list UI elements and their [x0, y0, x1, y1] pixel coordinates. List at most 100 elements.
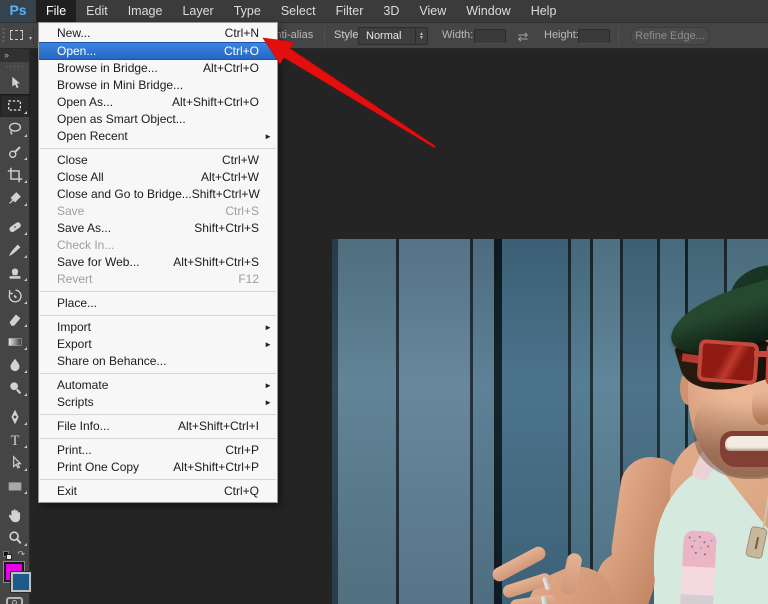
background-color-swatch[interactable] [11, 572, 31, 592]
document-photo[interactable] [332, 239, 768, 604]
menu-item-save-as[interactable]: Save As...Shift+Ctrl+S [39, 220, 277, 237]
submenu-arrow-icon: ► [264, 319, 272, 336]
style-dropdown-value: Normal [366, 30, 401, 42]
color-controls: ↷ [0, 549, 29, 595]
menu-item-browse-in-bridge[interactable]: Browse in Bridge...Alt+Ctrl+O [39, 60, 277, 77]
quick-mask-button[interactable] [6, 597, 23, 604]
path-selection-tool[interactable] [0, 451, 30, 474]
menu-item-exit[interactable]: ExitCtrl+Q [39, 483, 277, 500]
gradient-tool[interactable] [0, 330, 30, 353]
tool-flyout-corner [24, 157, 27, 160]
menu-item-new[interactable]: New...Ctrl+N [39, 25, 277, 42]
spot-healing-brush-tool-icon [6, 218, 24, 236]
refine-edge-button[interactable]: Refine Edge... [630, 27, 710, 45]
menu-item-print[interactable]: Print...Ctrl+P [39, 442, 277, 459]
tool-flyout-corner [24, 445, 27, 448]
move-tool[interactable] [0, 71, 30, 94]
chevron-down-icon: ▾ [29, 35, 32, 42]
tool-bar: » T ↷ [0, 49, 30, 604]
menu-item-share-on-behance[interactable]: Share on Behance... [39, 353, 277, 370]
menu-item-close[interactable]: CloseCtrl+W [39, 152, 277, 169]
submenu-arrow-icon: ► [264, 336, 272, 353]
quick-selection-tool[interactable] [0, 140, 30, 163]
dodge-tool[interactable] [0, 376, 30, 399]
zoom-tool[interactable] [0, 526, 30, 549]
style-dropdown[interactable]: Normal ▲▼ [358, 27, 428, 45]
photoshop-logo: Ps [0, 0, 36, 22]
menu-item-close-all[interactable]: Close AllAlt+Ctrl+W [39, 169, 277, 186]
menu-item-open-as-smart-object[interactable]: Open as Smart Object... [39, 111, 277, 128]
brush-tool[interactable] [0, 238, 30, 261]
menubar-item-window[interactable]: Window [456, 0, 520, 22]
quick-selection-tool-icon [6, 143, 24, 161]
menu-item-import[interactable]: Import► [39, 319, 277, 336]
history-brush-tool[interactable] [0, 284, 30, 307]
eraser-tool[interactable] [0, 307, 30, 330]
menu-item-save-for-web[interactable]: Save for Web...Alt+Shift+Ctrl+S [39, 254, 277, 271]
eyedropper-tool[interactable] [0, 186, 30, 209]
clone-stamp-tool-icon [6, 264, 24, 282]
dodge-tool-icon [6, 379, 24, 397]
menubar-item-view[interactable]: View [409, 0, 456, 22]
menubar-item-help[interactable]: Help [521, 0, 567, 22]
popsicle-print [680, 530, 717, 604]
sunglasses-left-lens [697, 339, 760, 385]
menubar-item-image[interactable]: Image [118, 0, 173, 22]
menu-item-open-as[interactable]: Open As...Alt+Shift+Ctrl+O [39, 94, 277, 111]
swap-colors-icon[interactable]: ↷ [17, 549, 25, 560]
width-input[interactable] [474, 29, 506, 44]
tool-flyout-corner [24, 301, 27, 304]
man-nose [752, 391, 768, 425]
height-input[interactable] [578, 29, 610, 44]
svg-text:T: T [11, 432, 20, 448]
eyedropper-tool-icon [6, 189, 24, 207]
blur-tool[interactable] [0, 353, 30, 376]
menu-item-open[interactable]: Open...Ctrl+O [39, 42, 277, 60]
menubar-item-layer[interactable]: Layer [172, 0, 223, 22]
spot-healing-brush-tool[interactable] [0, 215, 30, 238]
menu-item-check-in[interactable]: Check In... [39, 237, 277, 254]
hand-tool[interactable] [0, 503, 30, 526]
menubar-item-type[interactable]: Type [224, 0, 271, 22]
menubar-item-file[interactable]: File [36, 0, 76, 22]
toolbar-collapse-button[interactable]: » [0, 49, 29, 62]
menu-item-print-one-copy[interactable]: Print One CopyAlt+Shift+Ctrl+P [39, 459, 277, 476]
menu-item-place[interactable]: Place... [39, 295, 277, 312]
shape-tool[interactable] [0, 474, 30, 497]
clone-stamp-tool[interactable] [0, 261, 30, 284]
menubar-item-3d[interactable]: 3D [373, 0, 409, 22]
current-tool-preview[interactable]: ▾ [8, 27, 34, 44]
default-colors-icon[interactable] [3, 551, 12, 560]
menu-item-file-info[interactable]: File Info...Alt+Shift+Ctrl+I [39, 418, 277, 435]
lasso-tool-icon [6, 120, 24, 138]
pen-tool[interactable] [0, 405, 30, 428]
tool-flyout-corner [24, 543, 27, 546]
tool-flyout-corner [24, 111, 27, 114]
gradient-tool-icon [6, 333, 24, 351]
menubar-item-edit[interactable]: Edit [76, 0, 118, 22]
menu-item-close-and-go-to-bridge[interactable]: Close and Go to Bridge...Shift+Ctrl+W [39, 186, 277, 203]
height-label: Height: [544, 23, 579, 48]
swap-dimensions-icon[interactable]: ⇄ [512, 24, 534, 49]
menu-separator [40, 479, 276, 480]
menu-item-browse-in-mini-bridge[interactable]: Browse in Mini Bridge... [39, 77, 277, 94]
tool-flyout-corner [24, 468, 27, 471]
menu-item-save[interactable]: SaveCtrl+S [39, 203, 277, 220]
tool-list: T [0, 71, 29, 549]
menu-item-scripts[interactable]: Scripts► [39, 394, 277, 411]
menu-item-automate[interactable]: Automate► [39, 377, 277, 394]
lasso-tool[interactable] [0, 117, 30, 140]
rectangular-marquee-tool[interactable] [0, 94, 30, 117]
separator [324, 26, 325, 46]
menubar-item-select[interactable]: Select [271, 0, 326, 22]
tool-flyout-corner [24, 324, 27, 327]
menu-item-revert[interactable]: RevertF12 [39, 271, 277, 288]
menu-item-open-recent[interactable]: Open Recent► [39, 128, 277, 145]
tool-flyout-corner [24, 180, 27, 183]
crop-tool[interactable] [0, 163, 30, 186]
menubar-item-filter[interactable]: Filter [326, 0, 374, 22]
pen-tool-icon [6, 408, 24, 426]
menu-item-export[interactable]: Export► [39, 336, 277, 353]
submenu-arrow-icon: ► [264, 128, 272, 145]
type-tool[interactable]: T [0, 428, 30, 451]
